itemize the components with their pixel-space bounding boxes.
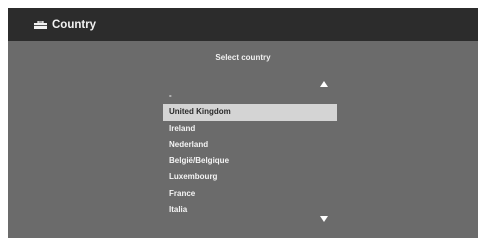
country-list: - United Kingdom Ireland Nederland Belgi… (163, 88, 337, 218)
scroll-down-icon[interactable] (320, 216, 328, 222)
header-bar: Country (8, 8, 478, 41)
list-item[interactable]: Nederland (163, 137, 337, 153)
list-item[interactable]: - (163, 88, 337, 104)
list-item[interactable]: Italia (163, 202, 337, 218)
page-title: Country (52, 19, 97, 31)
list-item[interactable]: Luxembourg (163, 169, 337, 185)
list-item-selected[interactable]: United Kingdom (163, 104, 337, 121)
list-item[interactable]: België/Belgique (163, 153, 337, 169)
dialog-subtitle: Select country (215, 53, 271, 62)
country-settings-screen: Country Select country - United Kingdom … (8, 8, 478, 238)
toolbox-icon (34, 21, 47, 29)
scroll-up-icon[interactable] (320, 81, 328, 87)
list-item[interactable]: France (163, 186, 337, 202)
list-item[interactable]: Ireland (163, 121, 337, 137)
